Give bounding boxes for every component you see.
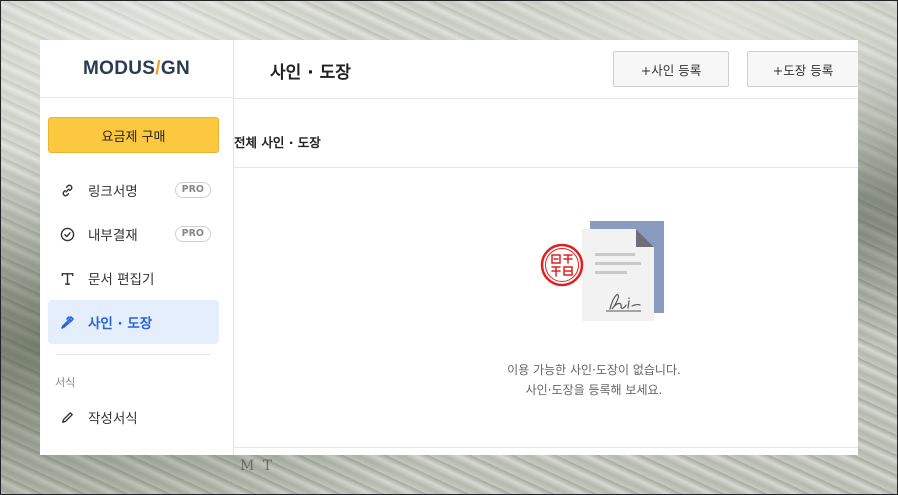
empty-state-illustration (540, 221, 664, 321)
section-title: 전체 사인 · 도장 (234, 135, 321, 150)
sidebar-item-label: 문서 편집기 (88, 272, 155, 288)
sidebar-item-label: 작성서식 (88, 411, 138, 427)
sidebar-nav-templates: 작성서식 (48, 395, 219, 439)
empty-state-line2: 사인·도장을 등록해 보세요. (525, 383, 663, 397)
add-sign-button[interactable]: +사인 등록 (613, 51, 729, 87)
logo-area[interactable]: MODUS/GN (40, 40, 233, 98)
logo[interactable]: MODUS/GN (83, 58, 190, 80)
check-circle-icon (59, 226, 75, 242)
empty-state-line1: 이용 가능한 사인·도장이 없습니다. (507, 363, 681, 377)
pro-badge: PRO (174, 226, 211, 242)
sidebar-item-label: 링크서명 (88, 184, 138, 200)
pencil-icon (59, 409, 75, 425)
sidebar-item-label: 내부결재 (88, 228, 138, 244)
logo-text-gn: GN (160, 57, 190, 79)
sidebar-item-label: 사인 · 도장 (88, 316, 153, 332)
sidebar-item-internal-approval[interactable]: 내부결재 PRO (48, 212, 219, 256)
background-decoration: M T (240, 458, 275, 474)
sidebar-section-label: 서식 (55, 376, 76, 389)
section-divider (234, 167, 858, 168)
sidebar-item-templates[interactable]: 작성서식 (48, 395, 219, 439)
seal-stamp-icon (540, 243, 584, 287)
page-title: 사인 · 도장 (270, 63, 351, 83)
sidebar-divider (56, 354, 211, 355)
add-seal-button[interactable]: +도장 등록 (747, 51, 858, 87)
sidebar: MODUS/GN 요금제 구매 링크서명 PRO 내부결재 PRO 문서 편집기… (40, 40, 234, 455)
text-icon (59, 270, 75, 286)
buy-plan-button[interactable]: 요금제 구매 (48, 117, 219, 153)
main-content: 사인 · 도장 +사인 등록 +도장 등록 전체 사인 · 도장 이용 가능한 … (234, 40, 858, 455)
bottom-divider (234, 447, 858, 448)
sidebar-item-sign-seal[interactable]: 사인 · 도장 (48, 300, 219, 344)
empty-state-message: 이용 가능한 사인·도장이 없습니다. 사인·도장을 등록해 보세요. (464, 360, 724, 400)
header-bar: 사인 · 도장 +사인 등록 +도장 등록 (234, 40, 858, 99)
pen-icon (59, 314, 75, 330)
sidebar-nav: 링크서명 PRO 내부결재 PRO 문서 편집기 사인 · 도장 (48, 168, 219, 344)
pro-badge: PRO (174, 182, 211, 198)
link-icon (59, 182, 75, 198)
sidebar-item-doc-editor[interactable]: 문서 편집기 (48, 256, 219, 300)
logo-text-modus: MODUS (83, 57, 156, 79)
app-window: MODUS/GN 요금제 구매 링크서명 PRO 내부결재 PRO 문서 편집기… (40, 40, 858, 455)
sidebar-item-link-sign[interactable]: 링크서명 PRO (48, 168, 219, 212)
